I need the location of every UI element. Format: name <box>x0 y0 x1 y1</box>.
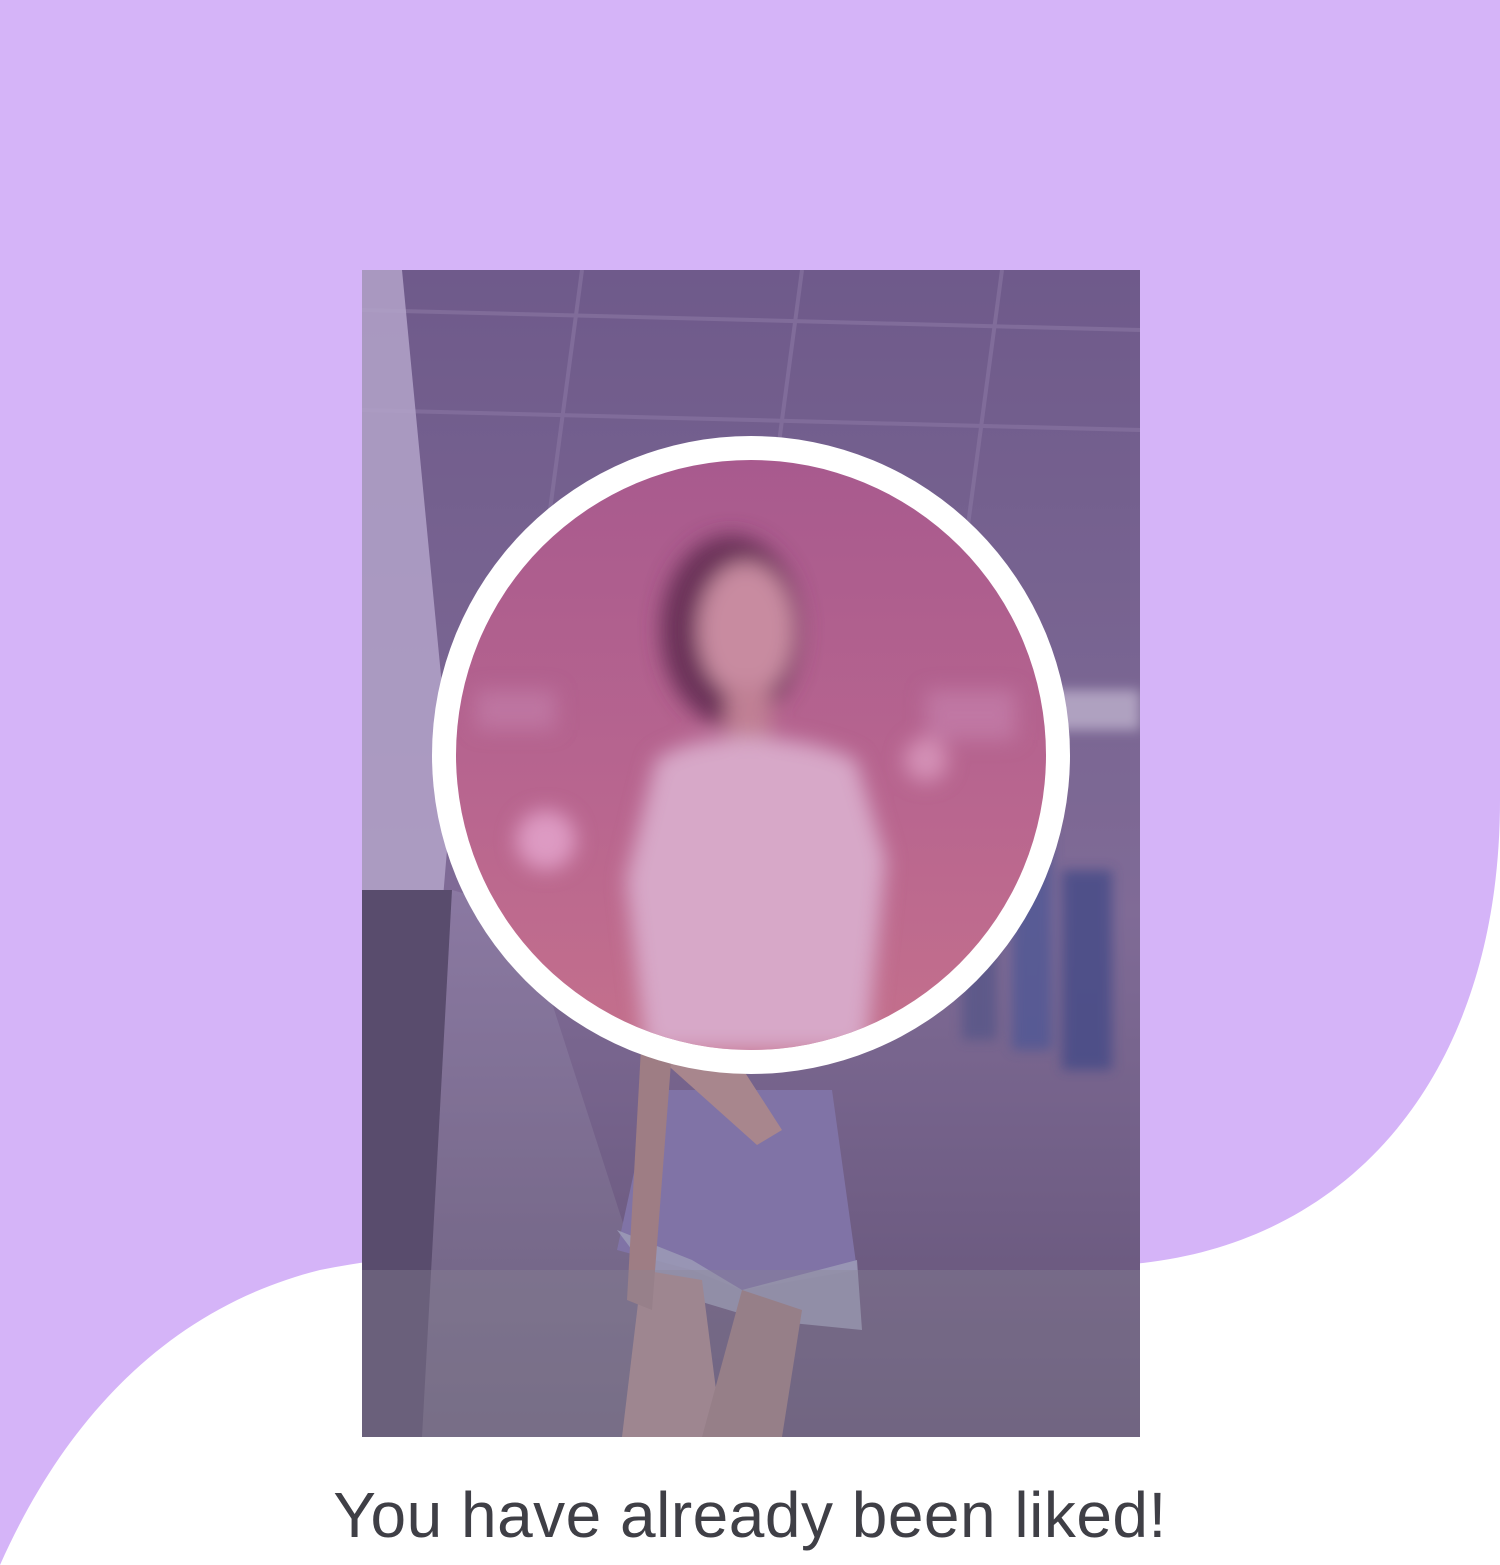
avatar-frame <box>432 436 1070 1074</box>
avatar <box>456 460 1046 1050</box>
blurred-avatar-icon <box>456 460 1046 1050</box>
status-message: You have already been liked! <box>333 1479 1167 1551</box>
